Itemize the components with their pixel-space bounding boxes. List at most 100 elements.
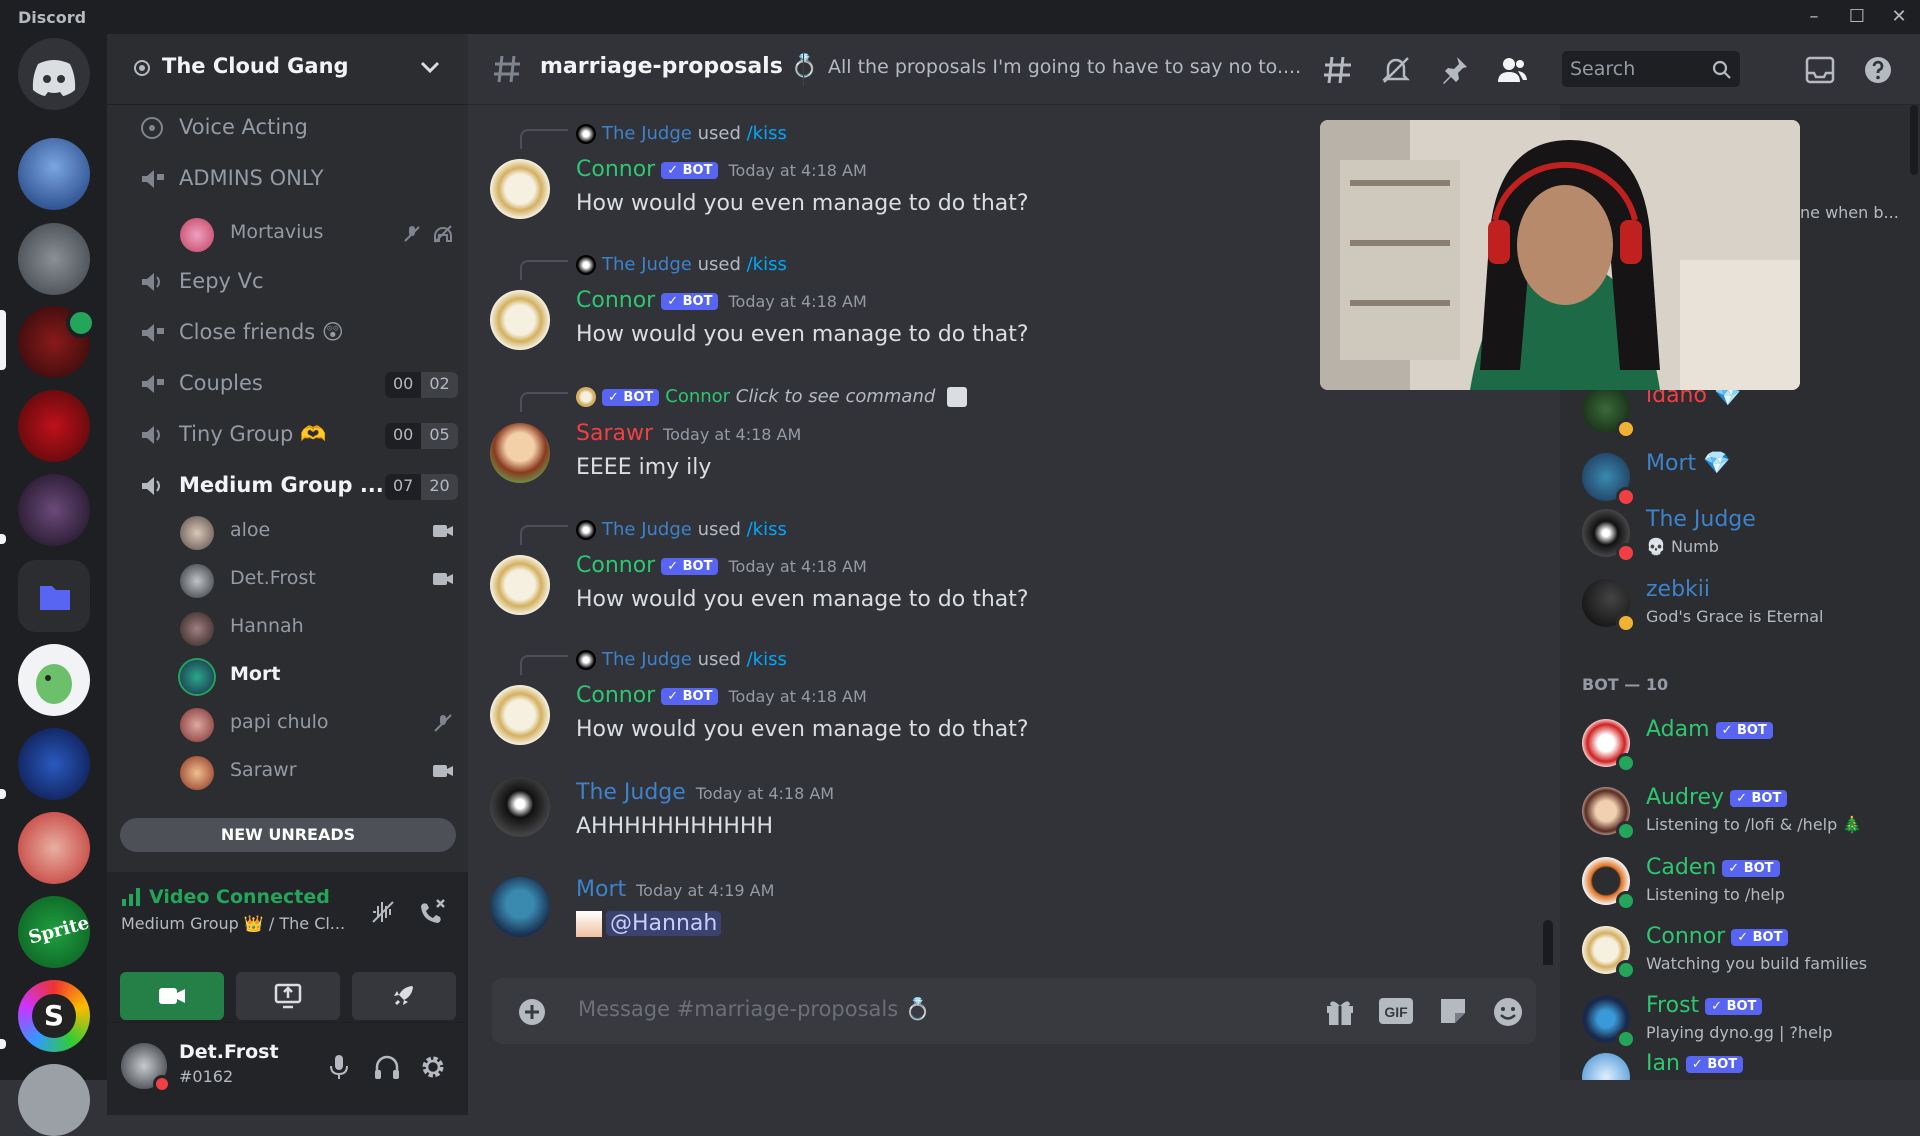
server-folder[interactable]	[18, 560, 90, 632]
reply-context[interactable]: The Judge used /kiss	[576, 254, 787, 275]
add-attachment-icon[interactable]	[518, 998, 546, 1026]
member-the-judge[interactable]: The Judge 💀 Numb	[1582, 503, 1912, 563]
new-unreads-button[interactable]: NEW UNREADS	[120, 818, 456, 852]
minimize-icon[interactable]: –	[1793, 4, 1835, 30]
channel-tiny-group[interactable]: Tiny Group 🫶 00 05	[125, 413, 460, 457]
voice-user-aloe[interactable]: aloe	[172, 512, 462, 552]
avatar[interactable]	[490, 290, 550, 350]
member-audrey[interactable]: Audrey ✓ BOT Listening to /lofi & /help 🎄	[1582, 781, 1912, 841]
home-discord-icon[interactable]	[18, 38, 90, 110]
gif-icon[interactable]: GIF	[1378, 996, 1414, 1026]
username[interactable]: Det.Frost	[179, 1041, 279, 1063]
screen-share-button[interactable]	[236, 972, 340, 1020]
pin-icon[interactable]	[1438, 54, 1470, 86]
avatar[interactable]	[490, 159, 550, 219]
search-input[interactable]: Search	[1562, 51, 1740, 87]
member-connor[interactable]: Connor ✓ BOT Watching you build families	[1582, 920, 1912, 980]
server-icon-blue-lights[interactable]	[18, 728, 90, 800]
channel-close-friends[interactable]: Close friends 😲	[125, 311, 460, 355]
member-adam[interactable]: Adam ✓ BOT	[1582, 713, 1912, 773]
voice-user-papi-chulo[interactable]: papi chulo	[172, 704, 462, 744]
scrollbar-thumb[interactable]	[1910, 105, 1918, 175]
microphone-icon[interactable]	[327, 1053, 351, 1081]
avatar[interactable]	[490, 555, 550, 615]
reply-context[interactable]: The Judge used /kiss	[576, 519, 787, 540]
user-mention[interactable]: @Hannah	[606, 911, 722, 936]
voice-user-mort[interactable]: Mort	[172, 656, 462, 696]
message-content: AHHHHHHHHHHH	[576, 814, 774, 839]
author-name[interactable]: Mort	[576, 877, 626, 902]
gear-icon[interactable]	[419, 1053, 447, 1081]
threads-icon[interactable]	[1322, 54, 1354, 86]
avatar[interactable]	[490, 877, 550, 937]
voice-location[interactable]: Medium Group 👑 / The Cl...	[121, 914, 345, 933]
muted-mic-icon	[404, 226, 420, 242]
member-ian[interactable]: Ian ✓ BOT	[1582, 1047, 1912, 1080]
notification-bell-muted-icon[interactable]	[1380, 54, 1412, 86]
voice-user-hannah[interactable]: Hannah	[172, 608, 462, 648]
member-caden[interactable]: Caden ✓ BOT Listening to /help	[1582, 851, 1912, 911]
voice-status[interactable]: Video Connected	[149, 886, 330, 908]
channel-eepy-vc[interactable]: Eepy Vc	[125, 260, 460, 304]
activities-button[interactable]	[352, 972, 456, 1020]
avatar[interactable]	[490, 777, 550, 837]
reply-context[interactable]: The Judge used /kiss	[576, 123, 787, 144]
member-zebkii[interactable]: zebkii God's Grace is Eternal	[1582, 573, 1912, 633]
voice-user-name: Mortavius	[230, 221, 324, 243]
emoji-icon[interactable]	[1492, 996, 1524, 1028]
author-name[interactable]: The Judge	[576, 780, 686, 805]
chevron-down-icon[interactable]	[420, 61, 440, 75]
member-custom-status: 💀 Numb	[1646, 537, 1719, 556]
inbox-icon[interactable]	[1804, 54, 1836, 86]
gift-icon[interactable]	[1324, 996, 1356, 1026]
message-input[interactable]: Message #marriage-proposals 💍	[578, 997, 931, 1022]
member-frost[interactable]: Frost ✓ BOT Playing dyno.gg | ?help	[1582, 989, 1912, 1049]
server-icon-s[interactable]: S	[18, 980, 90, 1052]
scrollbar-thumb[interactable]	[1543, 920, 1553, 965]
server-icon-partial[interactable]	[18, 1064, 90, 1136]
close-icon[interactable]: ✕	[1878, 4, 1920, 30]
noise-suppression-icon[interactable]	[369, 898, 397, 926]
member-list-icon[interactable]	[1496, 54, 1528, 86]
avatar	[180, 708, 214, 742]
reply-context[interactable]: The Judge used /kiss	[576, 649, 787, 670]
maximize-icon[interactable]: ☐	[1836, 4, 1878, 30]
voice-user-det-frost[interactable]: Det.Frost	[172, 560, 462, 600]
avatar[interactable]	[490, 423, 550, 483]
message-composer[interactable]: Message #marriage-proposals 💍 GIF	[492, 978, 1536, 1044]
channel-topic[interactable]: All the proposals I'm going to have to s…	[828, 56, 1301, 78]
author-name[interactable]: Connor	[576, 288, 655, 313]
server-icon-sprite[interactable]: Sprite	[18, 896, 90, 968]
headphones-icon[interactable]	[373, 1053, 401, 1081]
channel-admins-only[interactable]: ADMINS ONLY	[125, 157, 460, 201]
member-mort[interactable]: Mort 💎	[1582, 447, 1912, 507]
voice-user-mortavius[interactable]: Mortavius	[172, 214, 462, 254]
status-dnd-icon	[1616, 543, 1636, 563]
server-icon-dino[interactable]	[18, 644, 90, 716]
server-icon-skull[interactable]	[18, 474, 90, 546]
server-icon-anime[interactable]	[18, 812, 90, 884]
author-name[interactable]: Connor	[576, 683, 655, 708]
app-name: Discord	[18, 8, 87, 27]
help-icon[interactable]	[1862, 54, 1894, 86]
camera-button[interactable]	[120, 972, 224, 1020]
voice-user-sarawr[interactable]: Sarawr	[172, 752, 462, 792]
connection-signal-icon	[122, 888, 140, 906]
server-header[interactable]: The Cloud Gang	[107, 34, 468, 105]
server-icon-creature[interactable]	[18, 223, 90, 295]
server-icon-red[interactable]	[18, 390, 90, 462]
disconnect-icon[interactable]	[417, 898, 447, 926]
reply-context[interactable]: ✓ BOT Connor Click to see command	[576, 386, 968, 407]
author-name[interactable]: Connor	[576, 157, 655, 182]
avatar[interactable]	[490, 685, 550, 745]
video-stream-popout[interactable]	[1320, 120, 1800, 390]
author-name[interactable]: Connor	[576, 553, 655, 578]
author-name[interactable]: Sarawr	[576, 421, 653, 446]
channel-medium-group[interactable]: Medium Group ... 07 20	[125, 464, 460, 508]
channel-couples[interactable]: Couples 00 02	[125, 362, 460, 406]
reply-connector	[520, 129, 568, 149]
sticker-icon[interactable]	[1438, 996, 1468, 1026]
server-icon-winter[interactable]	[18, 138, 90, 210]
speaker-icon	[142, 426, 160, 444]
channel-voice-acting[interactable]: Voice Acting	[125, 106, 460, 150]
